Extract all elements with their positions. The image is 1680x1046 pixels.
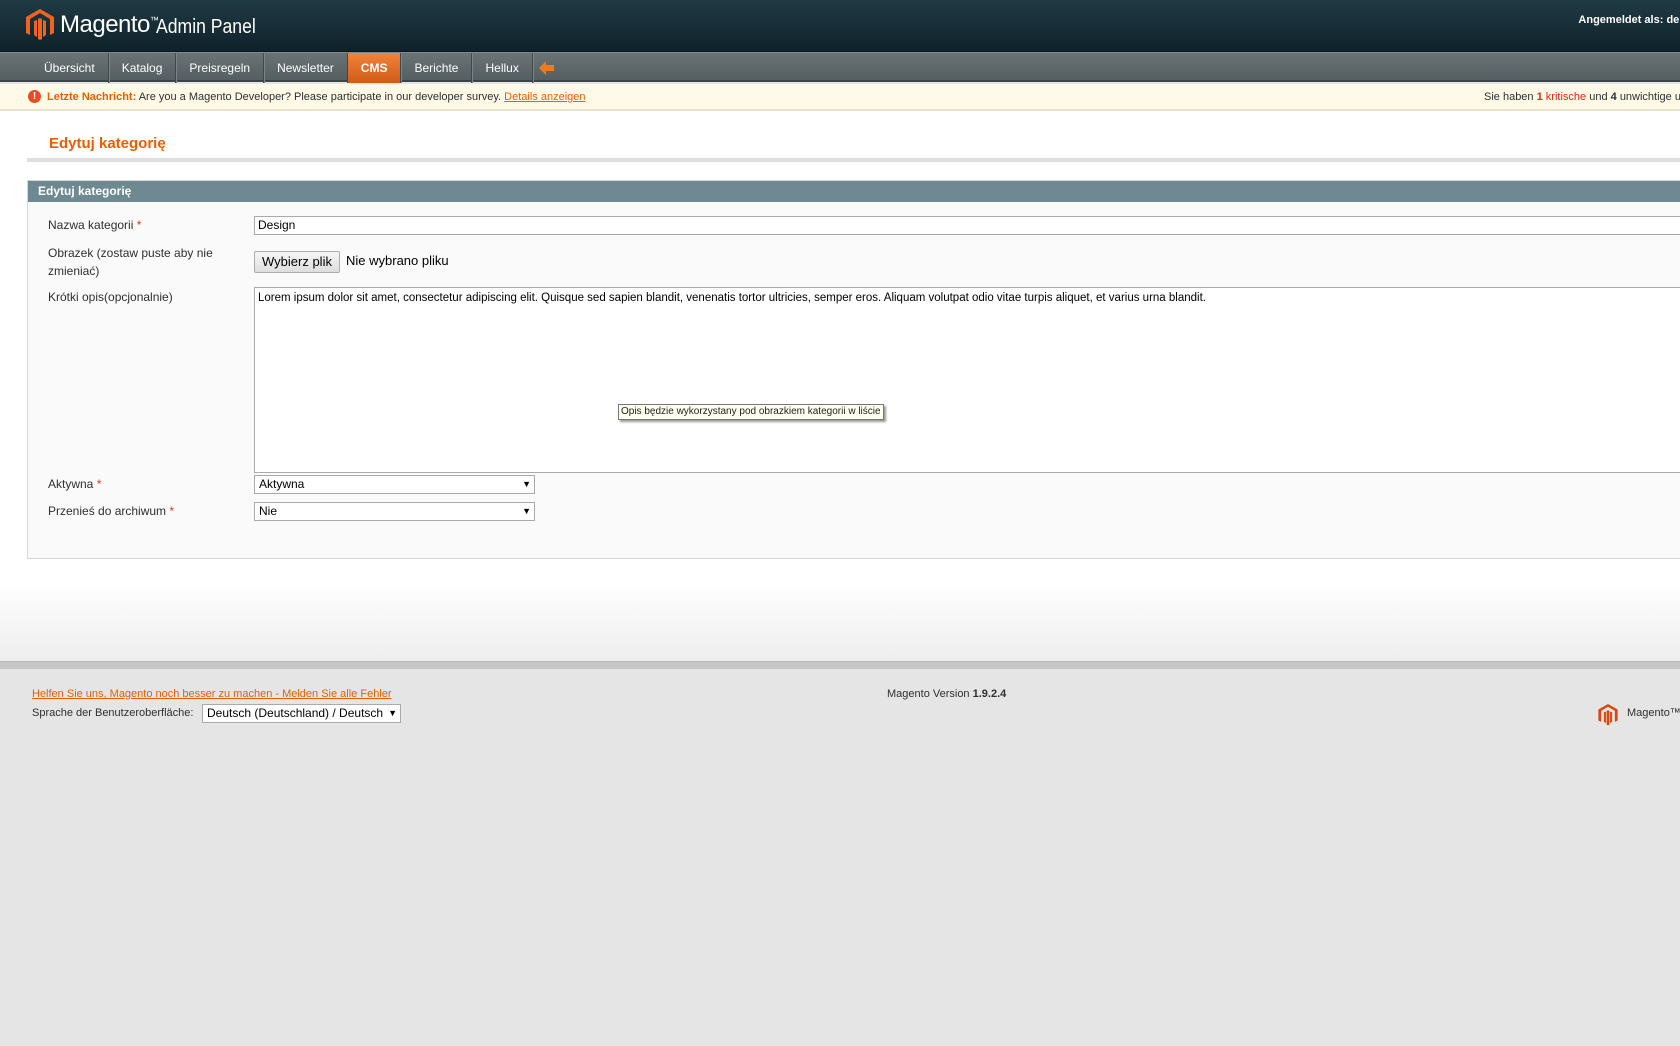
chevron-down-icon: ▼ — [388, 708, 397, 718]
alert-icon: ! — [28, 90, 41, 103]
active-select[interactable]: Aktywna ▼ — [254, 475, 535, 494]
details-link[interactable]: Details anzeigen — [504, 91, 585, 103]
active-label: Aktywna * — [48, 477, 102, 491]
image-label: Obrazek (zostaw puste aby nie zmieniać) — [48, 246, 213, 278]
page-title: Edytuj kategorię — [49, 135, 166, 152]
footer: Helfen Sie uns, Magento noch besser zu m… — [0, 669, 1680, 1046]
brand-name: Magento™ — [60, 11, 159, 38]
header: Magento™ Admin Panel Angemeldet als: den — [0, 0, 1680, 52]
main-content: Edytuj kategorię Edytuj kategorię Nazwa … — [0, 111, 1680, 661]
magento-version: Magento Version 1.9.2.4 — [887, 688, 1007, 700]
language-label: Sprache der Benutzeroberfläche: — [32, 707, 194, 719]
message-text: Are you a Magento Developer? Please part… — [138, 91, 502, 103]
main-nav: Übersicht Katalog Preisregeln Newsletter… — [0, 52, 1680, 83]
latest-message: Letzte Nachricht: Are you a Magento Deve… — [47, 84, 586, 110]
brand-subtitle: Admin Panel — [156, 16, 256, 38]
major-link[interactable]: unwichtige u — [1620, 91, 1680, 103]
nav-item-cms[interactable]: CMS — [347, 53, 402, 83]
file-status: Nie wybrano pliku — [346, 253, 449, 268]
message-bar: ! Letzte Nachricht: Are you a Magento De… — [0, 84, 1680, 110]
nav-item-catalog[interactable]: Katalog — [109, 53, 177, 83]
choose-file-button[interactable]: Wybierz plik — [254, 251, 340, 273]
nav-item-reports[interactable]: Berichte — [401, 53, 473, 83]
major-count: 4 — [1610, 91, 1617, 103]
message-label: Letzte Nachricht: — [47, 91, 137, 103]
chevron-down-icon: ▼ — [522, 479, 531, 489]
logged-in-user: Angemeldet als: den — [1578, 14, 1680, 26]
arrow-left-icon[interactable] — [533, 53, 561, 83]
nav-item-newsletter[interactable]: Newsletter — [264, 53, 348, 83]
title-divider — [27, 158, 1680, 162]
footer-brand: Magento™ — [1627, 707, 1680, 719]
footer-divider — [0, 661, 1680, 669]
chevron-down-icon: ▼ — [522, 506, 531, 516]
magento-logo-icon[interactable] — [26, 9, 54, 41]
nav-item-overview[interactable]: Übersicht — [31, 53, 109, 83]
bug-report-link[interactable]: Helfen Sie uns, Magento noch besser zu m… — [32, 688, 392, 700]
notifications-summary: Sie haben 1 kritische und 4 unwichtige u — [1484, 91, 1680, 103]
archive-select[interactable]: Nie ▼ — [254, 502, 535, 521]
language-select[interactable]: Deutsch (Deutschland) / Deutsch ▼ — [202, 704, 401, 723]
short-description-textarea[interactable]: Lorem ipsum dolor sit amet, consectetur … — [254, 287, 1680, 473]
nav-item-price-rules[interactable]: Preisregeln — [176, 53, 265, 83]
critical-link[interactable]: kritische — [1546, 91, 1586, 103]
fieldset-title: Edytuj kategorię — [28, 181, 1680, 202]
description-tooltip: Opis będzie wykorzystany pod obrazkiem k… — [618, 404, 884, 420]
short-description-label: Krótki opis(opcjonalnie) — [48, 290, 173, 304]
category-name-label: Nazwa kategorii * — [48, 218, 142, 232]
critical-count: 1 — [1536, 91, 1543, 103]
magento-logo-icon — [1598, 704, 1618, 726]
edit-category-fieldset: Edytuj kategorię Nazwa kategorii * Desig… — [27, 180, 1680, 559]
category-name-input[interactable]: Design — [254, 216, 1680, 235]
archive-label: Przenieś do archiwum * — [48, 504, 175, 518]
nav-item-hellux[interactable]: Hellux — [472, 53, 533, 83]
